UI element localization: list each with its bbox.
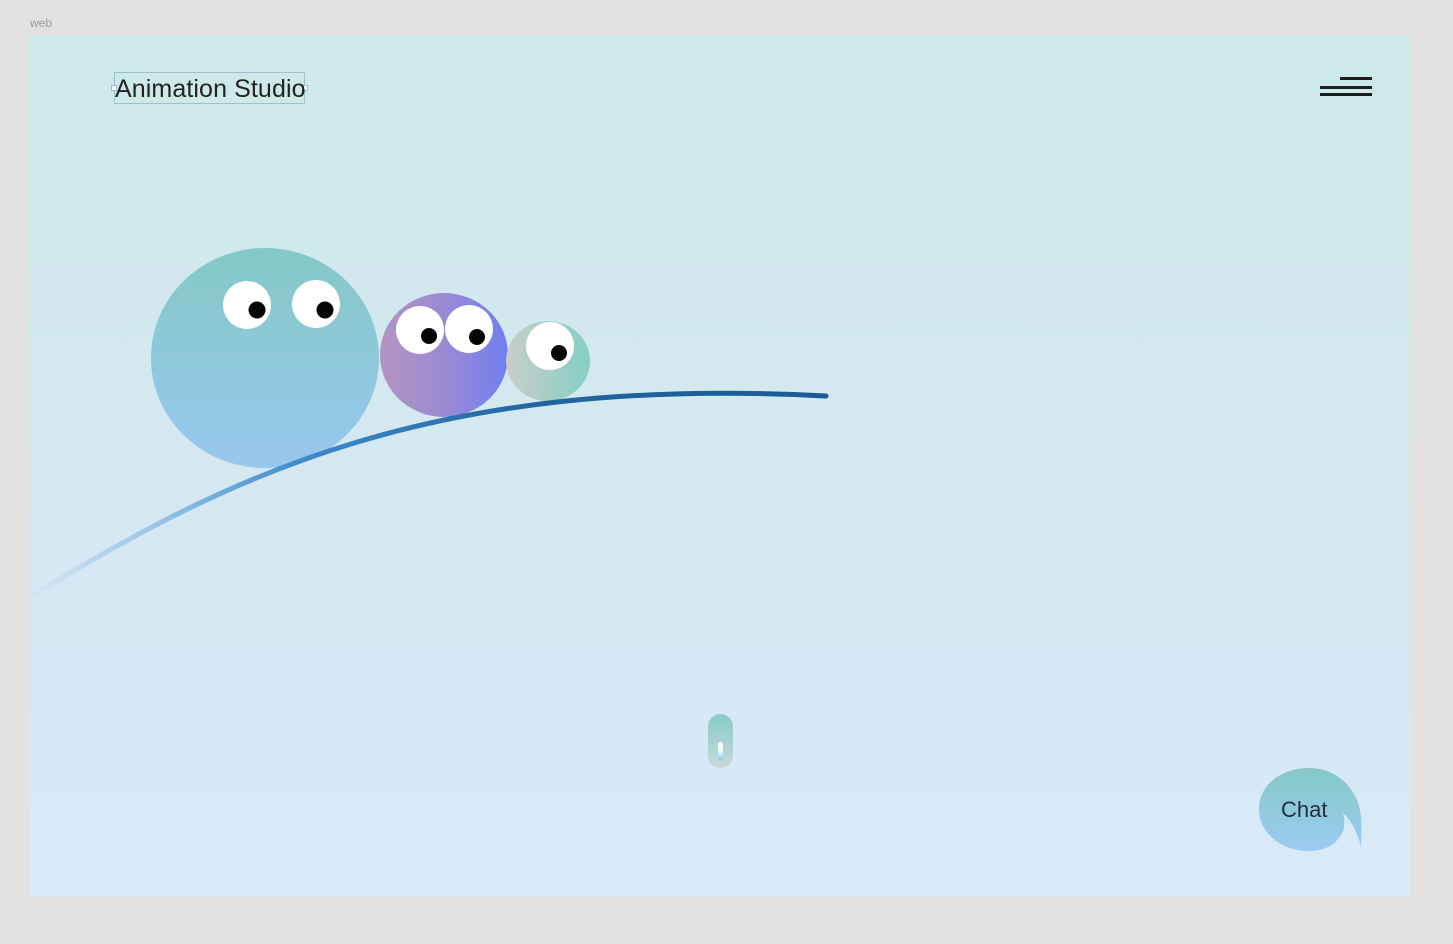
- chat-label: Chat: [1281, 797, 1328, 822]
- chat-button[interactable]: Chat: [1259, 767, 1363, 851]
- large-teal-blob[interactable]: [151, 248, 379, 468]
- eye-right: [445, 305, 493, 353]
- medium-purple-blob[interactable]: [380, 293, 508, 417]
- scroll-indicator-dot: [718, 742, 723, 760]
- eye-left: [396, 306, 444, 354]
- artboard: Animation Studio Chat: [30, 35, 1410, 897]
- eye-left: [223, 281, 271, 329]
- eye-right: [292, 280, 340, 328]
- curved-track-line: [30, 390, 829, 600]
- frame-label: web: [30, 16, 53, 30]
- eye: [526, 322, 574, 370]
- small-gray-teal-blob[interactable]: [506, 321, 590, 401]
- scroll-indicator-icon[interactable]: [708, 714, 733, 768]
